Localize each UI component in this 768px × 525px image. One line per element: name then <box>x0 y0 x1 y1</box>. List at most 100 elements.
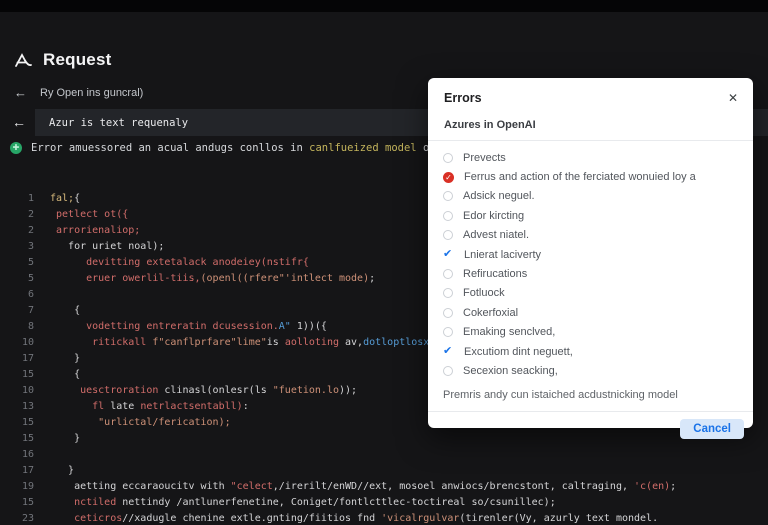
error-option-row[interactable]: Prevects <box>443 148 737 167</box>
code-token: eruer owerlil-tiis, <box>50 271 201 287</box>
radio-icon[interactable] <box>443 327 453 337</box>
error-option-label: Lnierat laciverty <box>464 249 541 261</box>
code-token: fl <box>50 399 110 415</box>
check-icon[interactable]: ✔ <box>443 346 454 357</box>
code-token: "celect <box>231 479 273 495</box>
code-token: fal; <box>50 191 74 207</box>
toolbar-back-arrow-icon[interactable]: ← <box>12 114 26 130</box>
error-option-label: Secexion seacking, <box>463 365 558 377</box>
code-token: { <box>50 367 80 383</box>
cancel-button[interactable]: Cancel <box>680 419 744 439</box>
error-option-row[interactable]: Secexion seacking, <box>443 361 737 380</box>
radio-icon[interactable] <box>443 288 453 298</box>
line-number: 15 <box>0 495 50 511</box>
code-token: late <box>110 399 140 415</box>
modal-note: Premris andy cun istaiched acdustnicking… <box>428 381 753 401</box>
radio-icon[interactable] <box>443 366 453 376</box>
error-option-label: Excutiom dint neguett, <box>464 346 573 358</box>
line-number: 19 <box>0 479 50 495</box>
line-number: 3 <box>0 239 50 255</box>
modal-subtitle: Azures in OpenAI <box>428 105 753 131</box>
error-option-label: Adsick neguel. <box>463 190 535 202</box>
code-token: 'c(en) <box>634 479 670 495</box>
code-token: av, <box>339 335 363 351</box>
line-number: 15 <box>0 415 50 431</box>
line-number: 5 <box>0 255 50 271</box>
code-token: } <box>50 463 74 479</box>
error-option-row[interactable]: Emaking senclved, <box>443 323 737 342</box>
line-number: 5 <box>0 271 50 287</box>
breadcrumb: ← Ry Open ins guncral) <box>14 86 143 99</box>
line-number: 16 <box>0 447 50 463</box>
error-option-label: Prevects <box>463 152 506 164</box>
error-option-label: Advest niatel. <box>463 229 529 241</box>
error-option-label: Emaking senclved, <box>463 326 555 338</box>
code-token: aolloting <box>285 335 339 351</box>
line-number: 6 <box>0 287 50 303</box>
code-token: 'vicalrgulvar <box>381 511 459 525</box>
line-number: 13 <box>0 399 50 415</box>
code-line: 16 <box>0 447 768 463</box>
line-number: 7 <box>0 303 50 319</box>
code-token: nettindy /antlunerfenetine, Coniget/font… <box>122 495 555 511</box>
radio-icon[interactable] <box>443 308 453 318</box>
code-token: "urlictal/ferication); <box>50 415 231 431</box>
code-token: 1))({ <box>297 319 327 335</box>
error-option-row[interactable]: Fotluock <box>443 284 737 303</box>
check-icon[interactable]: ✔ <box>443 249 454 260</box>
code-token: is <box>267 335 285 351</box>
code-token: "fuetion.lo <box>273 383 339 399</box>
radio-icon[interactable] <box>443 211 453 221</box>
code-token: { <box>74 191 80 207</box>
code-token: ,/irerilt/enWD//ext, mosoel anwiocs/bren… <box>273 479 634 495</box>
code-token: } <box>50 431 80 447</box>
code-line: 17 } <box>0 463 768 479</box>
code-token: ceticros <box>50 511 122 525</box>
line-number: 10 <box>0 335 50 351</box>
code-token: clinasl(onlesr(ls <box>164 383 272 399</box>
code-token: )); <box>339 383 357 399</box>
success-dot-icon: ✚ <box>10 142 22 154</box>
error-option-row[interactable]: Advest niatel. <box>443 226 737 245</box>
close-icon[interactable]: ✕ <box>728 92 738 104</box>
modal-footer: Cancel <box>428 412 753 439</box>
error-option-row[interactable]: Adsick neguel. <box>443 187 737 206</box>
code-token: } <box>50 351 80 367</box>
error-option-row[interactable]: Edor kircting <box>443 206 737 225</box>
error-option-row[interactable]: ✔ Excutiom dint neguett, <box>443 342 737 361</box>
code-token: A" <box>279 319 297 335</box>
line-number: 15 <box>0 431 50 447</box>
code-token: aetting eccaraoucitv with <box>50 479 231 495</box>
error-option-row[interactable]: ✔ Lnierat laciverty <box>443 245 737 264</box>
radio-icon[interactable] <box>443 269 453 279</box>
code-token: devitting extetalack anodeiey(nstifr{ <box>50 255 309 271</box>
code-token: uesctroration <box>50 383 164 399</box>
radio-icon[interactable] <box>443 153 453 163</box>
line-number: 17 <box>0 351 50 367</box>
code-line: 23 ceticros//xadugle chenine extle.gntin… <box>0 511 768 525</box>
error-option-row[interactable]: Cokerfoxial <box>443 303 737 322</box>
error-circle-icon[interactable]: ✓ <box>443 172 454 183</box>
code-token: { <box>50 303 80 319</box>
errors-modal: Errors ✕ Azures in OpenAI Prevects✓Ferru… <box>428 78 753 428</box>
app-logo-icon <box>14 52 33 69</box>
code-token: vodetting entreratin dcusession. <box>50 319 279 335</box>
error-options-list: Prevects ✓Ferrus and action of the fercia… <box>428 141 753 381</box>
line-number: 10 <box>0 383 50 399</box>
code-token: for uriet noal); <box>50 239 164 255</box>
code-line: 19 aetting eccaraoucitv with "celect,/ir… <box>0 479 768 495</box>
line-number: 17 <box>0 463 50 479</box>
error-option-label: Fotluock <box>463 287 505 299</box>
radio-icon[interactable] <box>443 191 453 201</box>
back-arrow-icon[interactable]: ← <box>14 86 27 99</box>
top-strip <box>0 0 768 12</box>
radio-icon[interactable] <box>443 230 453 240</box>
banner-highlight: canlfueized model <box>309 142 416 154</box>
error-option-row[interactable]: Refirucations <box>443 264 737 283</box>
code-token: (tirenler(Vy, azurly text mondel. <box>459 511 658 525</box>
error-option-label: Cokerfoxial <box>463 307 518 319</box>
error-option-row[interactable]: ✓Ferrus and action of the ferciated wonu… <box>443 167 737 186</box>
code-token: ; <box>670 479 676 495</box>
code-token: //xadugle chenine extle.gnting/fiitios f… <box>122 511 381 525</box>
code-token: ritickall <box>50 335 152 351</box>
